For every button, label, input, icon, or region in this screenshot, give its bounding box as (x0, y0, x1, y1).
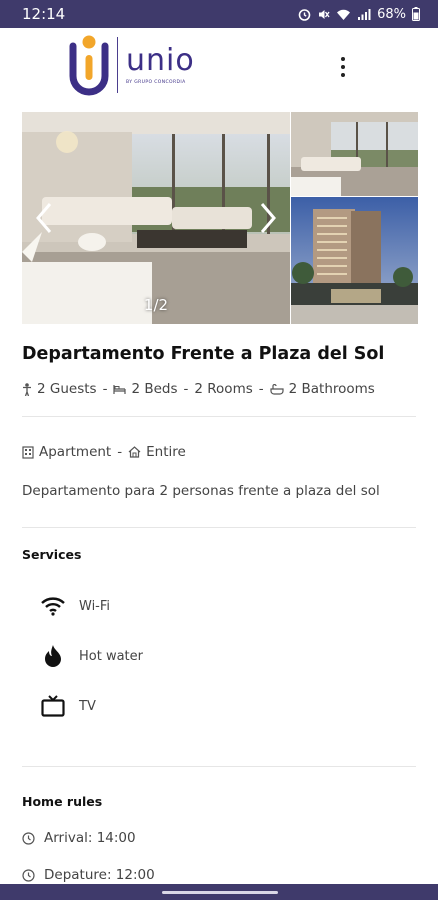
living-room-photo (22, 112, 290, 324)
service-label: Hot water (79, 648, 143, 664)
gallery-thumbnail-2[interactable] (291, 197, 418, 324)
status-bar: 12:14 68% (0, 0, 438, 28)
battery-percent: 68% (377, 6, 406, 22)
interior-thumbnail-photo (291, 112, 418, 196)
wifi-status-icon (337, 9, 351, 20)
gallery-main-image[interactable]: 1/2 (22, 112, 290, 324)
service-label: TV (79, 698, 96, 714)
status-time: 12:14 (22, 5, 66, 23)
service-label: Wi-Fi (79, 598, 111, 614)
app-header: unio BY GRUPO CONCORDIA (0, 28, 438, 106)
alarm-icon (298, 8, 311, 21)
person-icon (23, 382, 31, 396)
signal-icon (358, 8, 371, 20)
gallery-thumbnail-1[interactable] (291, 112, 418, 196)
battery-icon (412, 7, 420, 21)
more-vert-icon[interactable] (332, 52, 354, 82)
bed-icon (113, 384, 127, 394)
listing-capacity: 2 Guests - 2 Beds - 2 Rooms - 2 Bathroom… (22, 381, 375, 397)
listing-title: Departamento Frente a Plaza del Sol (22, 344, 385, 364)
logo-mark-icon (69, 35, 109, 96)
guests-count: 2 Guests (37, 381, 97, 397)
home-icon (128, 446, 141, 458)
chevron-left-icon[interactable] (32, 200, 58, 236)
beds-count: 2 Beds (131, 381, 178, 397)
clock-icon (22, 868, 35, 882)
bathrooms-count: 2 Bathrooms (288, 381, 375, 397)
divider (22, 527, 416, 528)
divider (22, 416, 416, 417)
system-navigation-bar (0, 884, 438, 900)
rooms-count: 2 Rooms (194, 381, 253, 397)
rule-arrival: Arrival: 14:00 (22, 830, 136, 846)
divider (22, 766, 416, 767)
listing-type: Apartment - Entire (22, 444, 186, 460)
rule-departure: Depature: 12:00 (22, 867, 155, 883)
services-title: Services (22, 547, 82, 562)
logo-wordmark: unio (126, 42, 195, 78)
logo-divider (117, 37, 118, 93)
departure-time: Depature: 12:00 (44, 867, 155, 883)
home-gesture-handle[interactable] (162, 891, 278, 894)
flame-icon (40, 643, 66, 669)
home-rules-title: Home rules (22, 794, 103, 809)
apartment-icon (22, 445, 34, 459)
clock-icon (22, 831, 35, 845)
service-item-wifi: Wi-Fi (40, 593, 110, 619)
gallery-counter: 1/2 (143, 296, 169, 314)
wifi-icon (40, 593, 66, 619)
unio-logo: unio BY GRUPO CONCORDIA (67, 34, 195, 96)
space-type: Entire (146, 444, 186, 460)
service-item-tv: TV (40, 693, 96, 719)
listing-description: Departamento para 2 personas frente a pl… (22, 483, 380, 499)
tv-icon (40, 693, 66, 719)
chevron-right-icon[interactable] (254, 200, 280, 236)
bathroom-icon (270, 383, 284, 395)
mute-icon (319, 9, 330, 19)
status-icons: 68% (298, 7, 420, 22)
arrival-time: Arrival: 14:00 (44, 830, 136, 846)
property-type: Apartment (39, 444, 112, 460)
service-item-hot-water: Hot water (40, 643, 143, 669)
logo-subtext: BY GRUPO CONCORDIA (126, 79, 186, 85)
building-thumbnail-photo (291, 197, 418, 324)
